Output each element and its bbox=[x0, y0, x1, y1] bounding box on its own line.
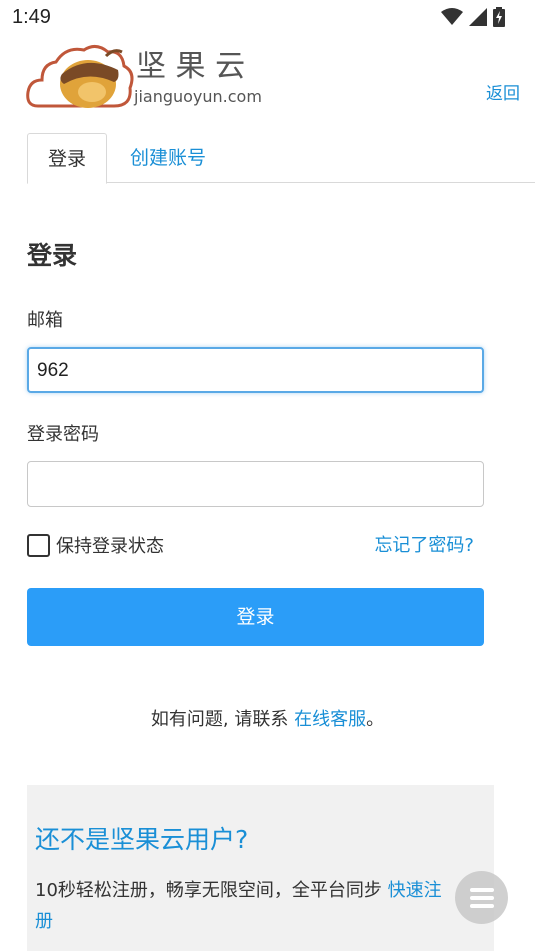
tab-login[interactable]: 登录 bbox=[27, 133, 107, 184]
promo-description: 10秒轻松注册，畅享无限空间，全平台同步 bbox=[35, 880, 388, 901]
menu-fab[interactable] bbox=[455, 871, 508, 924]
logo-text: 坚 果 云 bbox=[136, 49, 245, 84]
wifi-icon bbox=[441, 8, 463, 25]
online-support-link[interactable]: 在线客服 bbox=[294, 709, 366, 730]
email-label: 邮箱 bbox=[27, 310, 63, 331]
password-label: 登录密码 bbox=[27, 424, 99, 445]
battery-charging-icon bbox=[493, 7, 505, 27]
status-icons bbox=[441, 7, 505, 27]
back-link[interactable]: 返回 bbox=[486, 79, 520, 104]
help-text: 如有问题, 请联系 在线客服。 bbox=[0, 705, 535, 731]
login-button[interactable]: 登录 bbox=[27, 588, 484, 646]
jianguoyun-logo: 坚 果 云 jianguoyun.com bbox=[26, 45, 262, 108]
header: 坚 果 云 jianguoyun.com 返回 bbox=[0, 36, 535, 120]
form-title: 登录 bbox=[27, 241, 78, 270]
tab-bar: 登录 创建账号 bbox=[27, 133, 535, 184]
remember-me-label: 保持登录状态 bbox=[56, 536, 164, 557]
cellular-signal-icon bbox=[469, 8, 487, 26]
remember-me-toggle[interactable]: 保持登录状态 bbox=[27, 532, 164, 558]
menu-icon bbox=[469, 887, 494, 892]
forgot-password-link[interactable]: 忘记了密码? bbox=[374, 531, 474, 557]
password-field[interactable] bbox=[27, 461, 484, 507]
logo-domain: jianguoyun.com bbox=[133, 87, 262, 106]
help-prefix: 如有问题, 请联系 bbox=[150, 709, 295, 730]
email-field[interactable]: 962 bbox=[27, 347, 484, 393]
tab-create-account[interactable]: 创建账号 bbox=[130, 133, 206, 183]
remember-me-checkbox[interactable] bbox=[27, 533, 50, 557]
status-time: 1:49 bbox=[12, 6, 51, 28]
help-suffix: 。 bbox=[366, 709, 385, 730]
promo-title: 还不是坚果云用户? bbox=[35, 825, 249, 854]
status-bar: 1:49 bbox=[0, 0, 535, 36]
promo-text: 10秒轻松注册，畅享无限空间，全平台同步 快速注册 bbox=[35, 875, 455, 937]
signup-promo: 还不是坚果云用户? 10秒轻松注册，畅享无限空间，全平台同步 快速注册 bbox=[27, 785, 494, 951]
